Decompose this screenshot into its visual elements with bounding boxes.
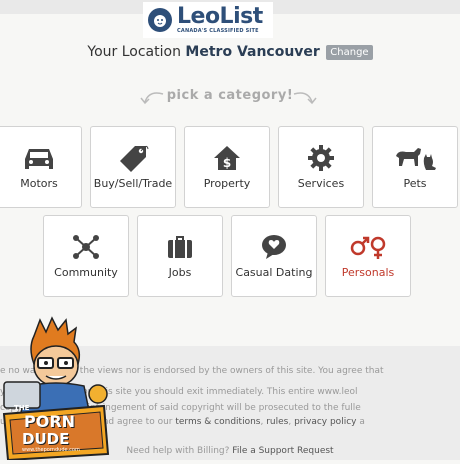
porndude-badge[interactable]: THE PORN DUDE www.theporndude.com bbox=[0, 316, 110, 462]
category-label: Casual Dating bbox=[235, 266, 313, 279]
badge-url: www.theporndude.com bbox=[22, 447, 80, 453]
briefcase-icon bbox=[168, 236, 192, 258]
badge-porn: PORN bbox=[24, 412, 76, 431]
category-personals[interactable]: Personals bbox=[325, 215, 411, 297]
category-label: Property bbox=[203, 177, 251, 190]
chat-heart-icon bbox=[262, 235, 286, 259]
category-motors[interactable]: Motors bbox=[0, 126, 82, 208]
dog-cat-icon bbox=[396, 148, 436, 170]
category-label: Personals bbox=[341, 266, 395, 279]
category-jobs[interactable]: Jobs bbox=[137, 215, 223, 297]
category-label: Pets bbox=[403, 177, 427, 190]
category-services[interactable]: Services bbox=[278, 126, 364, 208]
location-city: Metro Vancouver bbox=[185, 44, 320, 60]
svg-text:$: $ bbox=[223, 156, 231, 170]
badge-dude: DUDE bbox=[22, 430, 70, 448]
category-label: Jobs bbox=[168, 266, 192, 279]
footer-terms-suffix: a bbox=[359, 417, 365, 427]
change-location-button[interactable]: Change bbox=[326, 44, 373, 60]
house-dollar-icon: $ bbox=[214, 146, 240, 170]
privacy-policy-link[interactable]: privacy policy bbox=[294, 417, 356, 427]
network-icon bbox=[73, 235, 99, 259]
category-label: Services bbox=[297, 177, 345, 190]
gear-icon bbox=[308, 145, 334, 171]
category-buy-sell-trade[interactable]: Buy/Sell/Trade bbox=[90, 126, 176, 208]
badge-the: THE bbox=[14, 404, 30, 412]
location-prefix: Your Location bbox=[87, 44, 181, 60]
support-request-link[interactable]: File a Support Request bbox=[232, 446, 333, 456]
billing-help-text: Need help with Billing? bbox=[126, 446, 230, 456]
curved-arrow-right-icon bbox=[293, 92, 317, 105]
pick-category-label: pick a category! bbox=[166, 88, 294, 103]
category-pets[interactable]: Pets bbox=[372, 126, 458, 208]
rules-link[interactable]: rules bbox=[266, 417, 288, 427]
logo-tagline: CANADA'S CLASSIFIED SITE bbox=[177, 28, 259, 34]
category-community[interactable]: Community bbox=[43, 215, 129, 297]
car-icon bbox=[25, 149, 53, 169]
category-label: Buy/Sell/Trade bbox=[93, 177, 173, 190]
tag-icon bbox=[120, 145, 149, 172]
category-casual-dating[interactable]: Casual Dating bbox=[231, 215, 317, 297]
category-property[interactable]: $ Property bbox=[184, 126, 270, 208]
lion-logo-icon bbox=[148, 8, 172, 32]
terms-link[interactable]: terms & conditions bbox=[175, 417, 260, 427]
gender-symbols-icon bbox=[350, 236, 386, 259]
location-bar: Your Location Metro Vancouver Change bbox=[0, 44, 460, 60]
category-label: Motors bbox=[20, 177, 58, 190]
site-logo[interactable]: LeoList CANADA'S CLASSIFIED SITE bbox=[143, 2, 273, 38]
category-label: Community bbox=[54, 266, 118, 279]
logo-name: LeoList bbox=[177, 4, 263, 29]
